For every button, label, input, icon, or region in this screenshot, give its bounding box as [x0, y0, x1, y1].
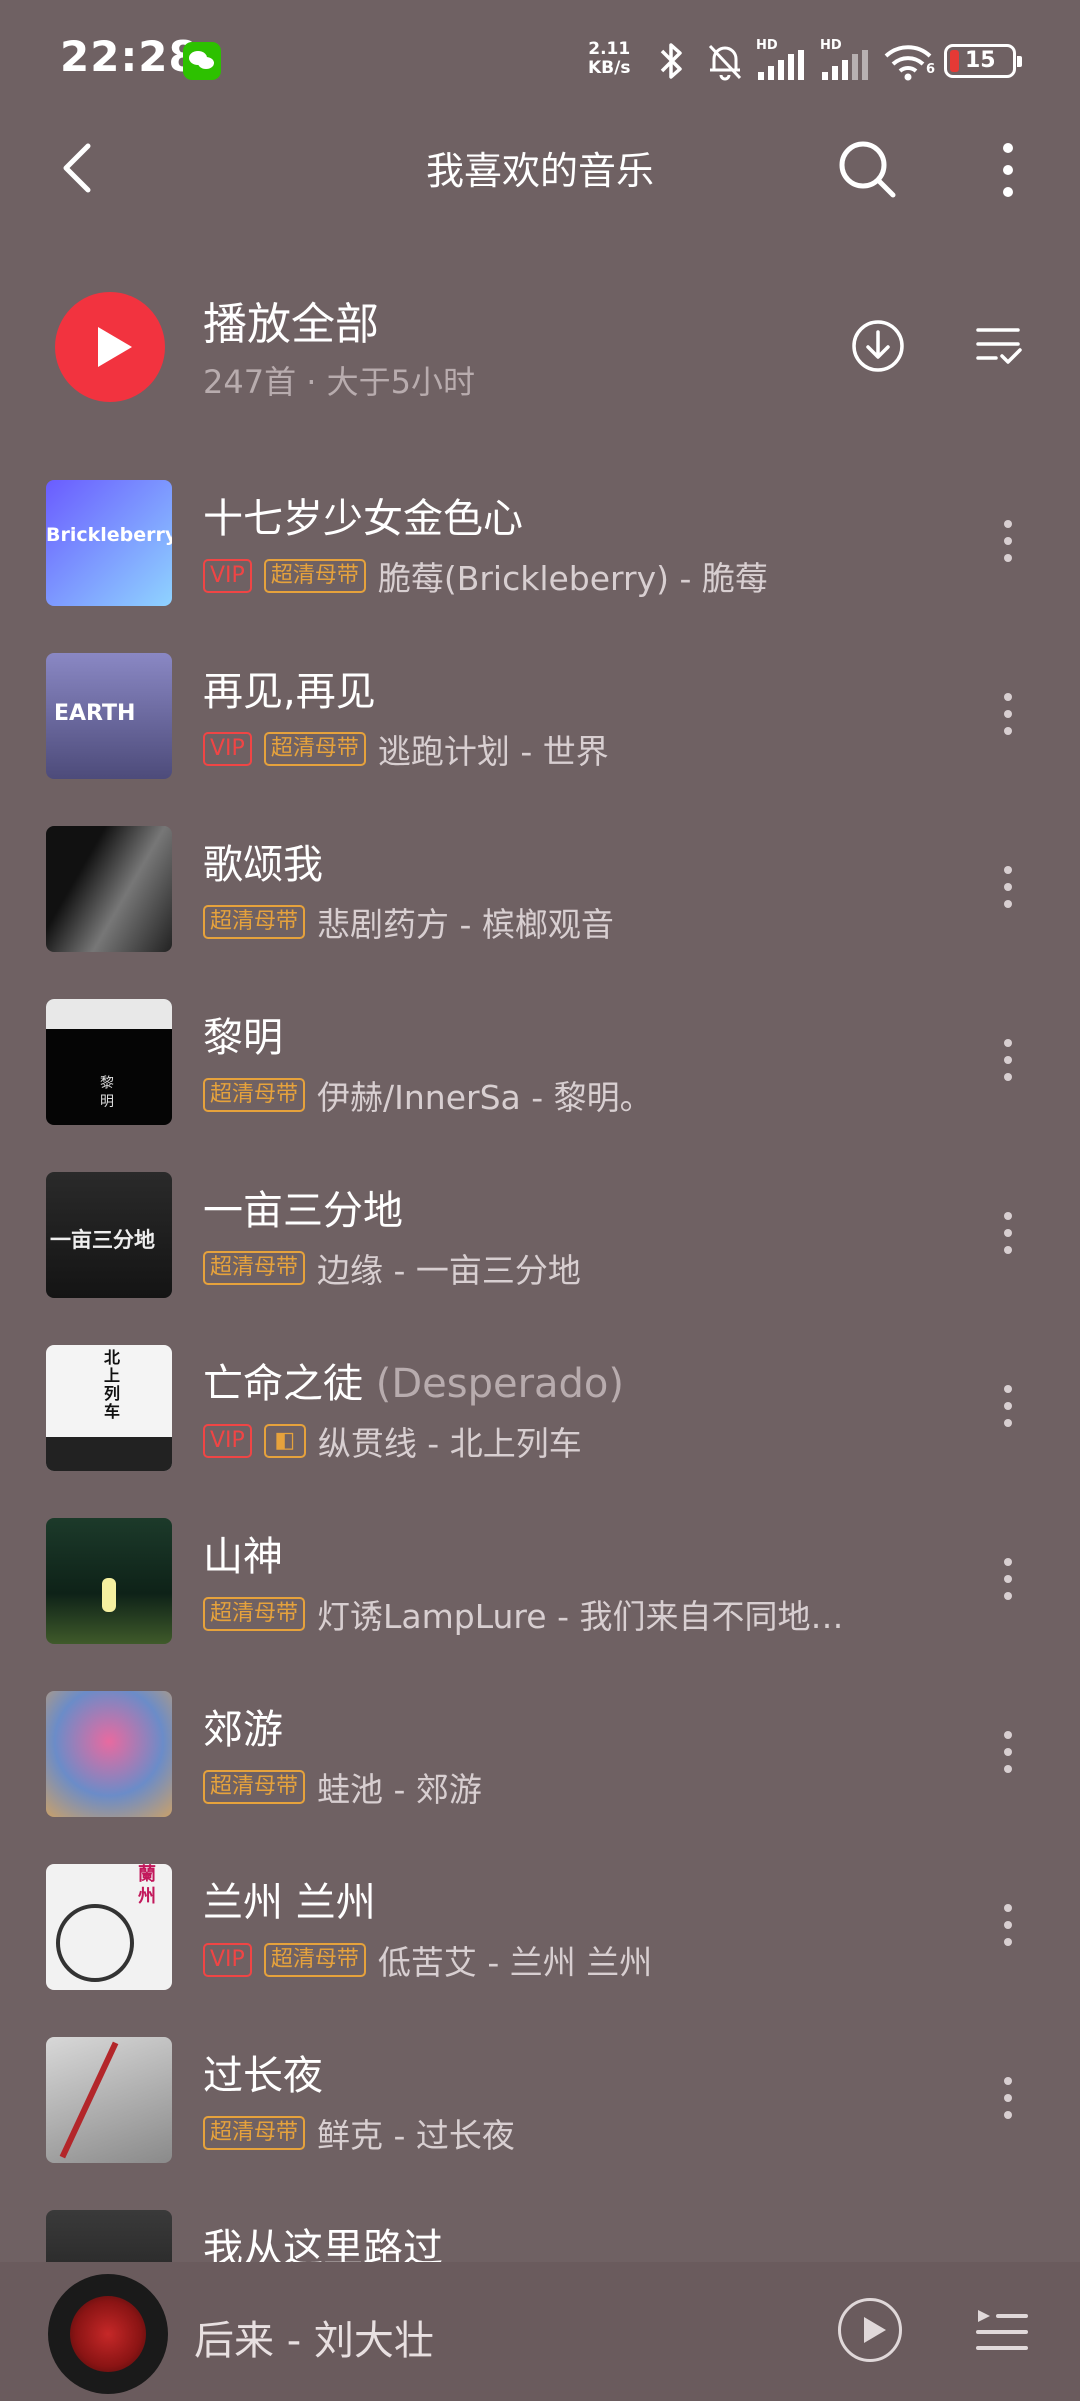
- playlist-icon[interactable]: [974, 2302, 1030, 2358]
- song-title: 再见,再见: [203, 669, 376, 715]
- more-options-icon[interactable]: [996, 140, 1020, 200]
- album-cover: 一亩三分地: [46, 1172, 172, 1298]
- song-row[interactable]: 歌颂我 超清母带 悲剧药方 - 槟榔观音: [0, 826, 1080, 999]
- network-speed: 2.11 KB/s: [588, 39, 631, 78]
- album-cover: Brickleberry: [46, 480, 172, 606]
- artist-album: 蛙池 - 郊游: [317, 1770, 482, 1809]
- song-title: 过长夜: [203, 2053, 323, 2099]
- artist-album: 低苦艾 - 兰州 兰州: [377, 1943, 653, 1982]
- song-meta: 超清母带 伊赫/InnerSa - 黎明。: [203, 1075, 653, 1117]
- artist-album: 灯诱LampLure - 我们来自不同地…: [317, 1597, 844, 1636]
- vip-badge: VIP: [203, 732, 252, 766]
- cellular-signal-icon-2: [822, 50, 868, 80]
- song-row[interactable]: 过长夜 超清母带 鲜克 - 过长夜: [0, 2037, 1080, 2210]
- now-playing-disc[interactable]: [48, 2274, 168, 2394]
- master-quality-badge: 超清母带: [203, 2116, 306, 2150]
- master-quality-badge: 超清母带: [263, 1943, 366, 1977]
- song-row[interactable]: 北上列车 亡命之徒 (Desperado) VIP ◧ 纵贯线 - 北上列车: [0, 1345, 1080, 1518]
- master-quality-badge: 超清母带: [203, 1251, 306, 1285]
- song-meta: 超清母带 蛙池 - 郊游: [203, 1767, 482, 1809]
- song-more-icon[interactable]: [1004, 1731, 1014, 1781]
- bluetooth-icon: [660, 43, 682, 79]
- song-title: 歌颂我: [203, 842, 323, 888]
- master-quality-badge: 超清母带: [263, 732, 366, 766]
- master-quality-badge: 超清母带: [203, 1770, 306, 1804]
- song-meta: 超清母带 边缘 - 一亩三分地: [203, 1248, 581, 1290]
- song-more-icon[interactable]: [1004, 520, 1014, 570]
- song-meta: VIP ◧ 纵贯线 - 北上列车: [203, 1421, 582, 1463]
- song-more-icon[interactable]: [1004, 1558, 1014, 1608]
- song-more-icon[interactable]: [1004, 1212, 1014, 1262]
- download-icon[interactable]: [850, 318, 906, 374]
- multi-select-icon[interactable]: [974, 322, 1024, 370]
- artist-album: 逃跑计划 - 世界: [377, 732, 609, 771]
- song-row[interactable]: Brickleberry 十七岁少女金色心 VIP 超清母带 脆莓(Brickl…: [0, 480, 1080, 653]
- song-more-icon[interactable]: [1004, 1904, 1014, 1954]
- album-cover: 蘭州: [46, 1864, 172, 1990]
- master-quality-badge: 超清母带: [263, 559, 366, 593]
- artist-album: 鲜克 - 过长夜: [317, 2116, 515, 2155]
- song-count: 247首 · 大于5小时: [203, 363, 475, 401]
- song-more-icon[interactable]: [1004, 866, 1014, 916]
- play-all-button[interactable]: [55, 292, 165, 402]
- wechat-notification-icon: [183, 42, 221, 80]
- artist-album: 边缘 - 一亩三分地: [317, 1251, 581, 1290]
- song-title: 亡命之徒 (Desperado): [203, 1361, 624, 1407]
- song-title: 十七岁少女金色心: [203, 496, 523, 542]
- mute-bell-icon: [708, 44, 742, 81]
- mini-player[interactable]: 后来 - 刘大壮: [0, 2262, 1080, 2401]
- artist-album: 悲剧药方 - 槟榔观音: [317, 905, 614, 944]
- now-playing-title[interactable]: 后来 - 刘大壮: [194, 2308, 434, 2366]
- song-title: 兰州 兰州: [203, 1880, 376, 1926]
- dolby-icon: ◧: [263, 1424, 306, 1458]
- cellular-signal-icon: [758, 50, 804, 80]
- vip-badge: VIP: [203, 1943, 252, 1977]
- song-more-icon[interactable]: [1004, 1039, 1014, 1089]
- play-all-label[interactable]: 播放全部: [203, 288, 379, 352]
- song-title: 一亩三分地: [203, 1188, 403, 1234]
- artist-album: 脆莓(Brickleberry) - 脆莓: [377, 559, 768, 598]
- master-quality-badge: 超清母带: [203, 905, 306, 939]
- album-cover: EARTH: [46, 653, 172, 779]
- album-cover: [46, 2037, 172, 2163]
- battery-icon: 15: [944, 44, 1022, 78]
- album-cover: [46, 1518, 172, 1644]
- album-cover: [46, 1691, 172, 1817]
- master-quality-badge: 超清母带: [203, 1597, 306, 1631]
- page-title: 我喜欢的音乐: [425, 149, 654, 193]
- song-row[interactable]: 山神 超清母带 灯诱LampLure - 我们来自不同地…: [0, 1518, 1080, 1691]
- song-meta: VIP 超清母带 脆莓(Brickleberry) - 脆莓: [203, 556, 768, 598]
- song-more-icon[interactable]: [1004, 1385, 1014, 1435]
- song-meta: VIP 超清母带 逃跑计划 - 世界: [203, 729, 609, 771]
- master-quality-badge: 超清母带: [203, 1078, 306, 1112]
- song-more-icon[interactable]: [1004, 2077, 1014, 2127]
- song-title: 黎明: [203, 1015, 283, 1061]
- clock: 22:28: [60, 32, 199, 81]
- song-title: 郊游: [203, 1707, 283, 1753]
- vip-badge: VIP: [203, 1424, 252, 1458]
- search-icon[interactable]: [836, 138, 898, 200]
- album-cover: [46, 826, 172, 952]
- status-bar: 22:28 2.11 KB/s HD HD 6 15: [0, 0, 1080, 120]
- song-meta: 超清母带 悲剧药方 - 槟榔观音: [203, 902, 614, 944]
- song-more-icon[interactable]: [1004, 693, 1014, 743]
- song-row[interactable]: 郊游 超清母带 蛙池 - 郊游: [0, 1691, 1080, 1864]
- vip-badge: VIP: [203, 559, 252, 593]
- artist-album: 伊赫/InnerSa - 黎明。: [317, 1078, 653, 1117]
- album-cover: 黎 明: [46, 999, 172, 1125]
- song-row[interactable]: EARTH 再见,再见 VIP 超清母带 逃跑计划 - 世界: [0, 653, 1080, 826]
- song-meta: 超清母带 鲜克 - 过长夜: [203, 2113, 515, 2155]
- song-title: 山神: [203, 1534, 283, 1580]
- song-row[interactable]: 一亩三分地 一亩三分地 超清母带 边缘 - 一亩三分地: [0, 1172, 1080, 1345]
- song-meta: VIP 超清母带 低苦艾 - 兰州 兰州: [203, 1940, 652, 1982]
- play-pause-button[interactable]: [838, 2298, 902, 2362]
- wifi-6-label: 6: [926, 62, 936, 77]
- song-row[interactable]: 黎 明 黎明 超清母带 伊赫/InnerSa - 黎明。: [0, 999, 1080, 1172]
- song-meta: 超清母带 灯诱LampLure - 我们来自不同地…: [203, 1594, 843, 1636]
- artist-album: 纵贯线 - 北上列车: [317, 1424, 582, 1463]
- album-cover: 北上列车: [46, 1345, 172, 1471]
- song-row[interactable]: 蘭州 兰州 兰州 VIP 超清母带 低苦艾 - 兰州 兰州: [0, 1864, 1080, 2037]
